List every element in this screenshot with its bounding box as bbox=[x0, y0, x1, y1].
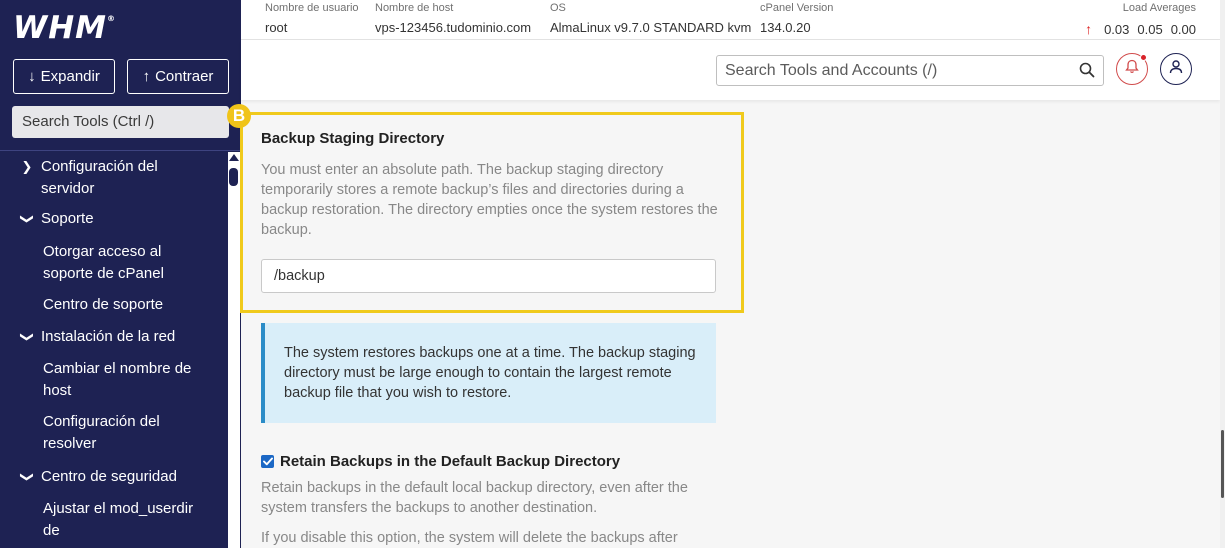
search-icon[interactable] bbox=[1079, 62, 1095, 83]
retain-backups-description-2: If you disable this option, the system w… bbox=[261, 530, 678, 546]
info-callout: The system restores backups one at a tim… bbox=[261, 323, 716, 423]
hostname-key: Nombre de host bbox=[375, 2, 454, 14]
username-value: root bbox=[265, 20, 288, 35]
load-average-5: 0.05 bbox=[1137, 21, 1163, 37]
sidebar-item-change-hostname[interactable]: Cambiar el nombre de host bbox=[43, 358, 213, 402]
os-key: OS bbox=[550, 2, 566, 14]
checkmark-icon bbox=[262, 457, 273, 466]
retain-backups-checkbox[interactable] bbox=[261, 455, 274, 468]
info-callout-text: The system restores backups one at a tim… bbox=[284, 345, 696, 401]
sidebar-scrollbar[interactable] bbox=[228, 152, 240, 548]
load-averages-key: Load Averages bbox=[1122, 2, 1196, 14]
username-info: Nombre de usuario root bbox=[265, 0, 359, 37]
hostname-info: Nombre de host vps-123456.tudominio.com bbox=[375, 0, 531, 37]
scroll-up-arrow-icon[interactable] bbox=[229, 154, 239, 161]
sidebar: WHM® ↓ Expandir ↑ Contraer Search Tools … bbox=[0, 0, 241, 548]
header: Search Tools and Accounts (/) bbox=[241, 40, 1220, 100]
highlight-badge: B bbox=[227, 104, 251, 128]
sidebar-item-label: Centro de seguridad bbox=[41, 468, 177, 485]
whm-logo[interactable]: WHM® bbox=[13, 10, 116, 46]
sidebar-divider bbox=[0, 150, 241, 151]
chevron-down-icon: ❯ bbox=[20, 213, 35, 225]
arrow-up-icon: ↑ bbox=[142, 68, 151, 85]
cpanel-version-info: cPanel Version 134.0.20 bbox=[760, 0, 833, 37]
notifications-button[interactable] bbox=[1116, 53, 1148, 85]
page-scrollbar[interactable] bbox=[1220, 0, 1225, 548]
logo-registered-mark: ® bbox=[107, 14, 116, 23]
cpanel-version-value: 134.0.20 bbox=[760, 20, 811, 35]
cpanel-version-key: cPanel Version bbox=[760, 2, 834, 14]
sidebar-item-resolver-config[interactable]: Configuración del resolver bbox=[43, 411, 213, 455]
sidebar-item-label: Soporte bbox=[41, 210, 94, 227]
search-placeholder: Search Tools and Accounts (/) bbox=[725, 62, 938, 79]
user-menu-button[interactable] bbox=[1160, 53, 1192, 85]
os-info: OS AlmaLinux v9.7.0 STANDARD kvm bbox=[550, 0, 751, 37]
retain-backups-label[interactable]: Retain Backups in the Default Backup Dir… bbox=[280, 453, 620, 470]
tools-accounts-search-input[interactable]: Search Tools and Accounts (/) bbox=[716, 55, 1104, 86]
user-icon bbox=[1169, 59, 1183, 79]
load-averages-info: Load Averages ↑ 0.03 0.05 0.00 bbox=[1085, 0, 1196, 37]
sidebar-item-label: Configuración del servidor bbox=[41, 158, 158, 197]
backup-staging-title: Backup Staging Directory bbox=[261, 130, 445, 147]
load-average-15: 0.00 bbox=[1170, 21, 1196, 37]
backup-staging-description: You must enter an absolute path. The bac… bbox=[261, 162, 718, 238]
sidebar-item-grant-support-access[interactable]: Otorgar acceso al soporte de cPanel bbox=[43, 241, 213, 285]
sidebar-scroll-thumb[interactable] bbox=[229, 168, 238, 186]
collapse-label: Contraer bbox=[155, 68, 214, 85]
notification-dot bbox=[1140, 54, 1147, 61]
sidebar-item-mod-userdir[interactable]: Ajustar el mod_userdir de bbox=[43, 498, 213, 542]
backup-staging-path-input[interactable]: /backup bbox=[261, 259, 716, 293]
chevron-down-icon: ❯ bbox=[20, 471, 35, 483]
chevron-down-icon: ❯ bbox=[20, 331, 35, 343]
retain-backups-description: Retain backups in the default local back… bbox=[261, 480, 688, 516]
expand-label: Expandir bbox=[40, 68, 100, 85]
sidebar-search-input[interactable]: Search Tools (Ctrl /) bbox=[12, 106, 229, 138]
hostname-value: vps-123456.tudominio.com bbox=[375, 20, 532, 35]
expand-all-button[interactable]: ↓ Expandir bbox=[13, 59, 115, 94]
logo-text: WHM bbox=[13, 10, 107, 46]
arrow-down-icon: ↓ bbox=[28, 68, 36, 85]
collapse-all-button[interactable]: ↑ Contraer bbox=[127, 59, 229, 94]
load-up-arrow-icon: ↑ bbox=[1085, 21, 1093, 37]
username-key: Nombre de usuario bbox=[265, 2, 359, 14]
server-info-bar: Nombre de usuario root Nombre de host vp… bbox=[241, 0, 1225, 40]
sidebar-item-server-config[interactable]: ❯ Configuración del servidor bbox=[0, 156, 226, 200]
bell-icon bbox=[1125, 59, 1139, 79]
page-scroll-thumb[interactable] bbox=[1221, 430, 1224, 498]
load-average-1: 0.03 bbox=[1104, 21, 1130, 37]
chevron-right-icon: ❯ bbox=[21, 159, 33, 174]
sidebar-item-support-center[interactable]: Centro de soporte bbox=[43, 294, 213, 316]
os-value: AlmaLinux v9.7.0 STANDARD kvm bbox=[550, 20, 752, 35]
sidebar-item-label: Instalación de la red bbox=[41, 328, 176, 345]
